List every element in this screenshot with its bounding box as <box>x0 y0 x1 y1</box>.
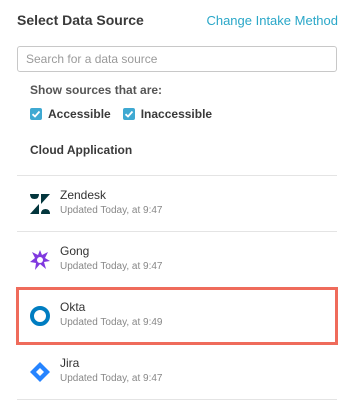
source-item-zendesk[interactable]: Zendesk Updated Today, at 9:47 <box>17 176 337 232</box>
source-item-gong[interactable]: Gong Updated Today, at 9:47 <box>17 232 337 288</box>
filter-label: Show sources that are: <box>30 83 163 97</box>
gong-logo-icon <box>29 249 51 271</box>
header: Select Data Source Change Intake Method <box>17 10 338 30</box>
source-item-jira[interactable]: Jira Updated Today, at 9:47 <box>17 344 337 400</box>
jira-logo-icon <box>29 361 51 383</box>
source-updated: Updated Today, at 9:49 <box>60 317 163 328</box>
checkbox-checked-icon <box>30 108 42 120</box>
source-updated: Updated Today, at 9:47 <box>60 261 163 272</box>
okta-logo-icon <box>29 305 51 327</box>
source-updated: Updated Today, at 9:47 <box>60 205 163 216</box>
source-item-okta[interactable]: Okta Updated Today, at 9:49 <box>16 287 338 345</box>
filter-checkboxes: Accessible Inaccessible <box>30 107 212 121</box>
search-input[interactable] <box>17 46 337 72</box>
source-updated: Updated Today, at 9:47 <box>60 373 163 384</box>
section-title: Cloud Application <box>30 143 133 157</box>
inaccessible-label: Inaccessible <box>140 107 213 121</box>
accessible-label: Accessible <box>48 107 111 121</box>
source-name: Zendesk <box>60 188 107 202</box>
zendesk-logo-icon <box>29 193 51 215</box>
accessible-checkbox[interactable]: Accessible <box>30 107 111 121</box>
page-title: Select Data Source <box>17 12 144 28</box>
source-list: Zendesk Updated Today, at 9:47 Gong Upda… <box>16 175 338 400</box>
source-name: Gong <box>60 244 90 258</box>
checkbox-checked-icon <box>122 108 135 120</box>
source-name: Okta <box>60 300 86 314</box>
inaccessible-checkbox[interactable]: Inaccessible <box>122 107 213 121</box>
source-name: Jira <box>60 356 80 370</box>
change-intake-method-link[interactable]: Change Intake Method <box>206 13 338 28</box>
